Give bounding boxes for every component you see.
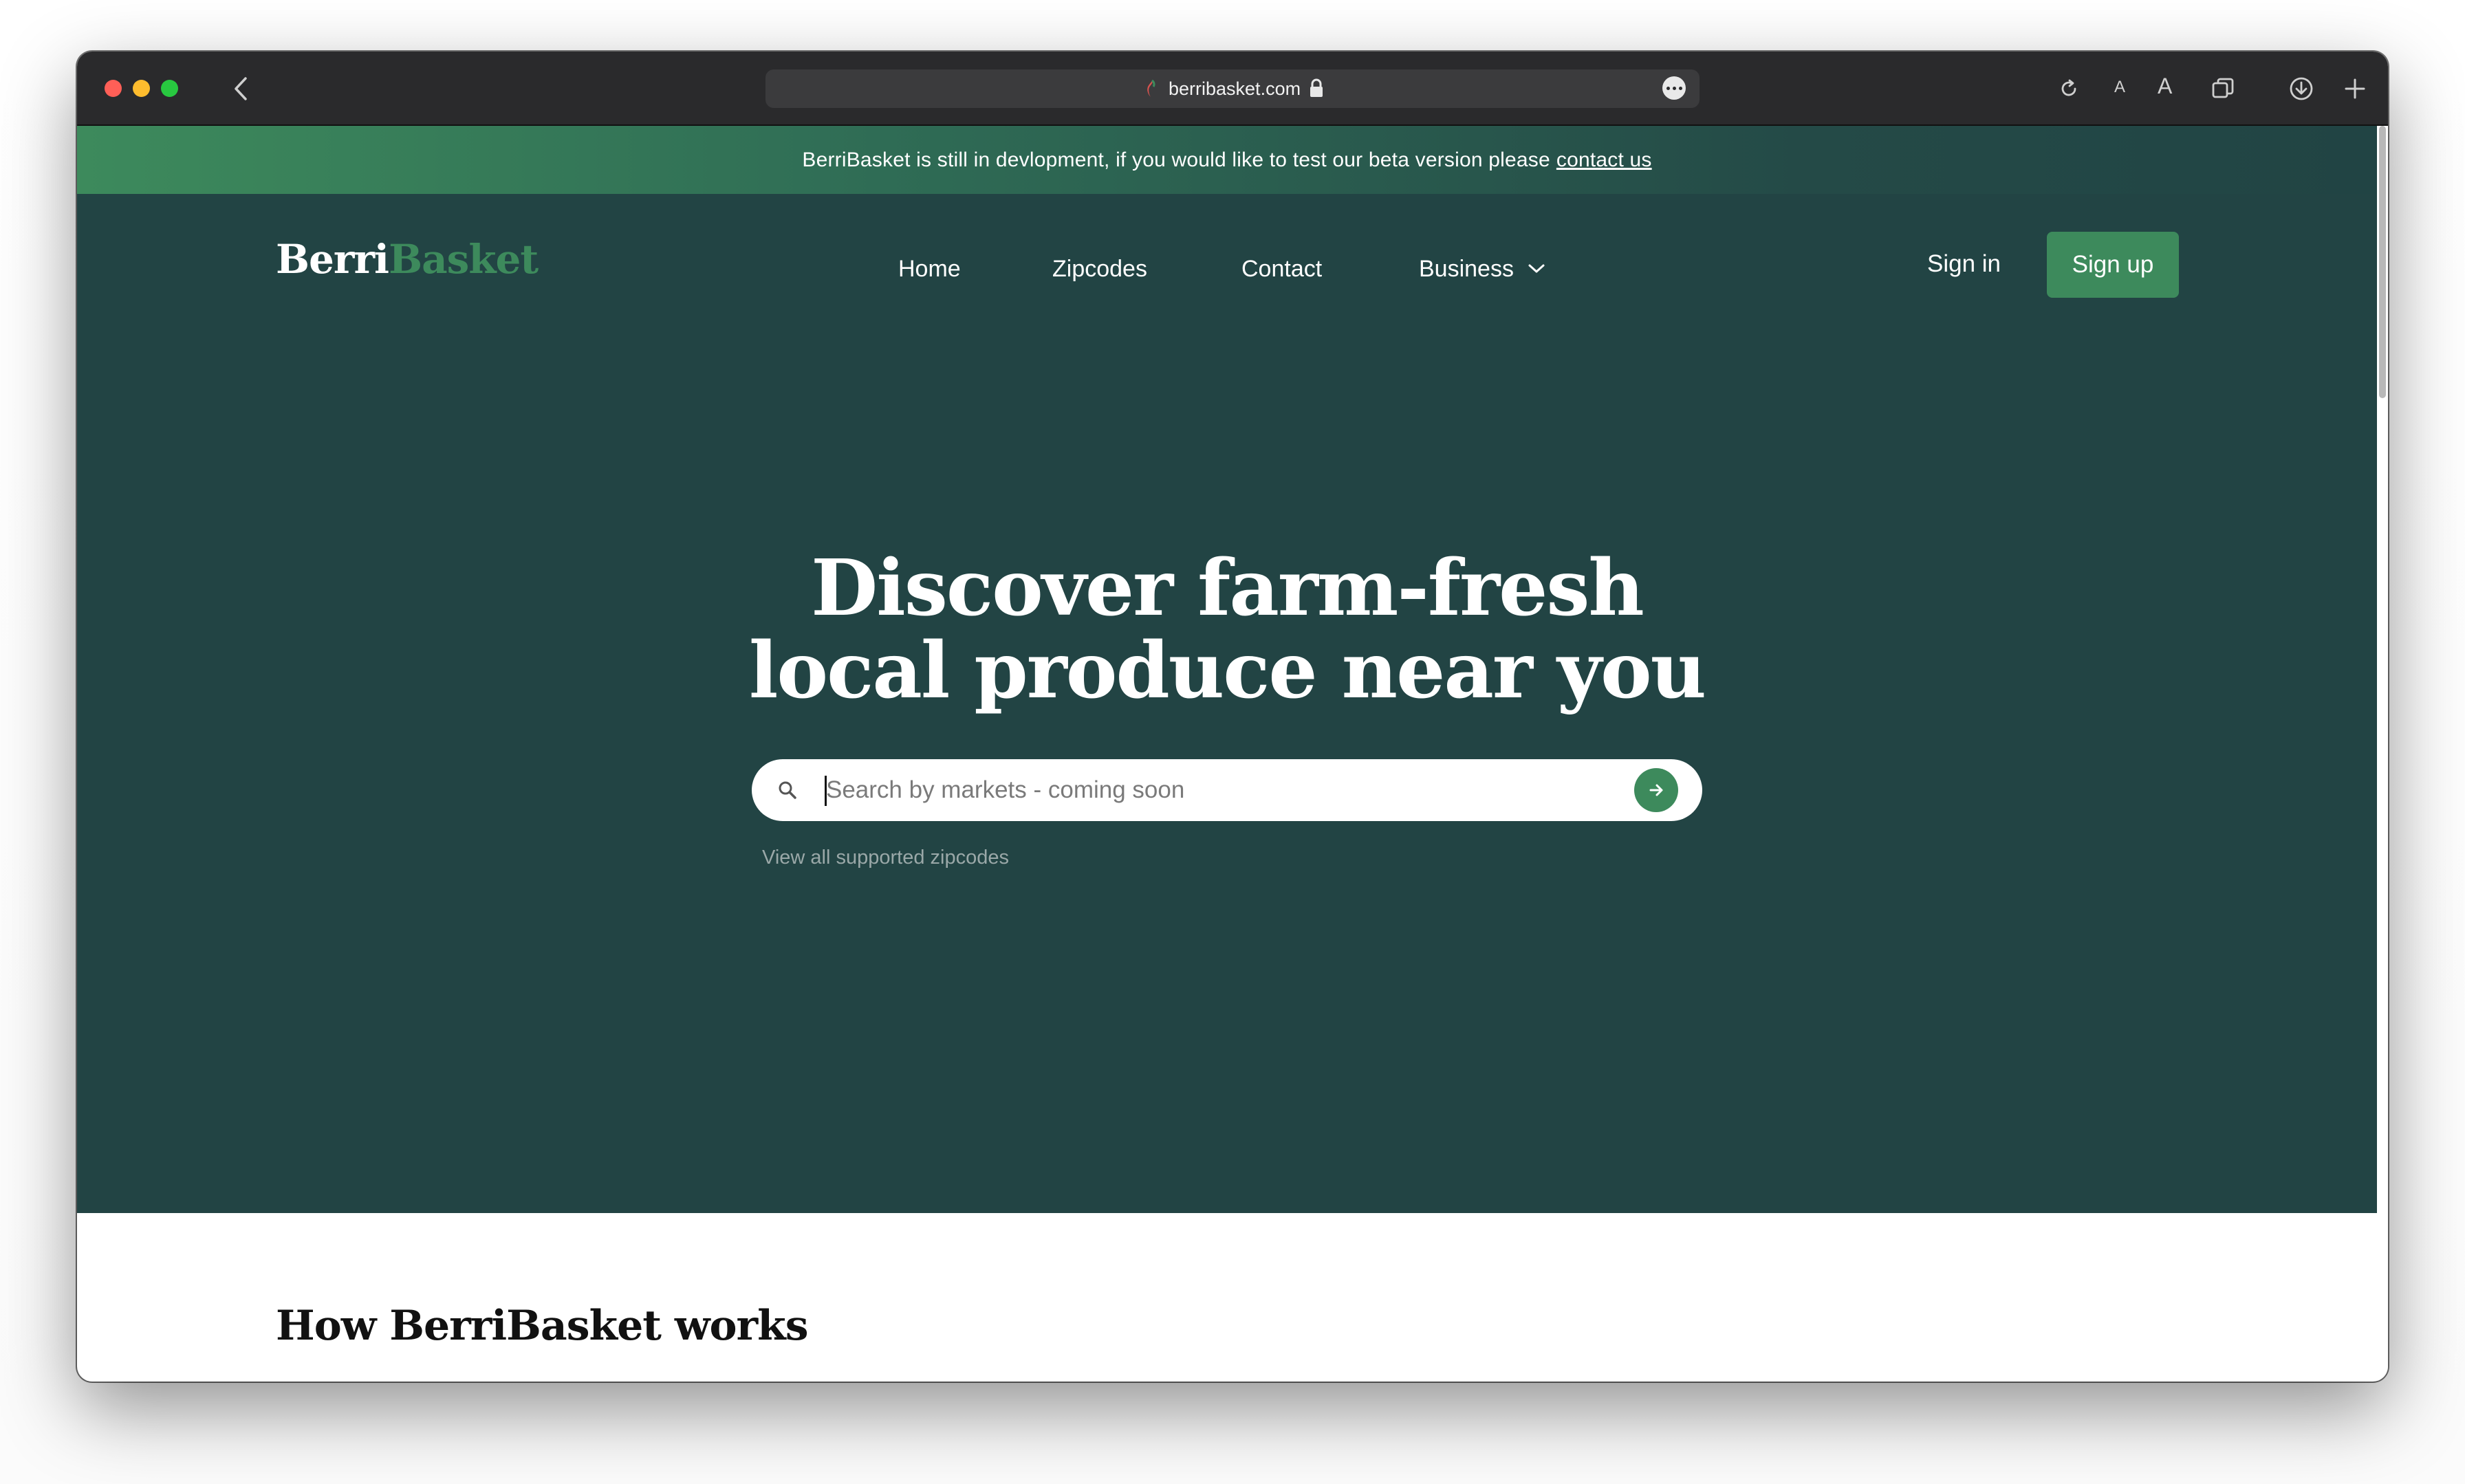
back-icon[interactable] (227, 75, 254, 102)
chevron-down-icon (1528, 264, 1545, 273)
banner-message: BerriBasket is still in devlopment, if y… (802, 148, 1550, 171)
nav-contact[interactable]: Contact (1241, 255, 1322, 283)
banner-text: BerriBasket is still in devlopment, if y… (802, 149, 1651, 172)
url-text: berribasket.com (1169, 78, 1301, 99)
nav-business-label: Business (1419, 256, 1514, 282)
logo-part-berri: Berri (276, 236, 389, 283)
search-submit-button[interactable] (1634, 768, 1678, 812)
search-icon (777, 779, 799, 805)
arrow-right-icon (1649, 784, 1663, 796)
decrease-text-size-button[interactable]: A (2114, 78, 2125, 97)
view-zipcodes-link[interactable]: View all supported zipcodes (762, 847, 1009, 869)
nav-business[interactable]: Business (1419, 255, 1545, 283)
lock-icon (1309, 78, 1324, 102)
logo[interactable]: BerriBasket (276, 235, 539, 283)
scrollbar-thumb[interactable] (2379, 126, 2386, 398)
scrollbar[interactable] (2377, 126, 2388, 1382)
nav-home[interactable]: Home (898, 255, 961, 283)
contact-us-link[interactable]: contact us (1556, 149, 1652, 171)
headline-line-2: local produce near you (748, 626, 1706, 716)
address-bar[interactable]: berribasket.com (765, 69, 1700, 108)
hero-section: BerriBasket Home Zipcodes Contact Busine… (77, 194, 2377, 1213)
search-input[interactable] (821, 770, 1617, 811)
beta-banner: BerriBasket is still in devlopment, if y… (77, 126, 2377, 194)
reload-icon[interactable] (2055, 75, 2083, 102)
hero-headline: Discover farm-fresh local produce near y… (77, 547, 2377, 712)
sign-up-button[interactable]: Sign up (2047, 232, 2179, 298)
page-viewport: BerriBasket is still in devlopment, if y… (77, 126, 2388, 1382)
market-search-box (752, 759, 1702, 821)
more-icon[interactable] (1662, 76, 1686, 100)
download-icon[interactable] (2286, 74, 2316, 104)
minimize-window-button[interactable] (133, 80, 150, 97)
tabs-icon[interactable] (2208, 74, 2238, 104)
text-cursor (825, 776, 827, 806)
sign-in-link[interactable]: Sign in (1927, 250, 2001, 278)
desktop-background: berribasket.com A A BerriBasket is still… (0, 0, 2465, 1484)
maximize-window-button[interactable] (161, 80, 178, 97)
browser-toolbar: berribasket.com A A (77, 52, 2388, 126)
browser-window: berribasket.com A A BerriBasket is still… (77, 52, 2388, 1382)
site-favicon-icon (1144, 79, 1158, 102)
headline-line-1: Discover farm-fresh (811, 543, 1644, 633)
logo-part-basket: Basket (389, 236, 539, 283)
increase-text-size-button[interactable]: A (2158, 74, 2172, 99)
section-title: How BerriBasket works (276, 1302, 809, 1350)
nav-zipcodes[interactable]: Zipcodes (1052, 255, 1147, 283)
new-tab-icon[interactable] (2340, 74, 2370, 104)
close-window-button[interactable] (105, 80, 122, 97)
